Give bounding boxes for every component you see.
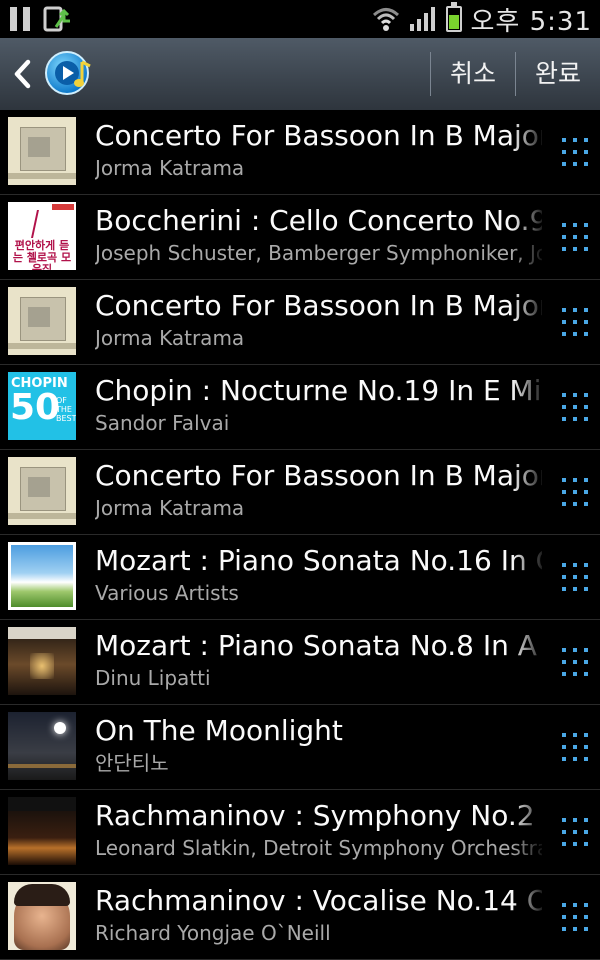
- track-artist: Jorma Katrama: [95, 326, 245, 350]
- sync-icon: [43, 6, 70, 32]
- album-art: [8, 457, 76, 525]
- track-title: Concerto For Bassoon In B Major: [95, 119, 542, 152]
- drag-handle-icon[interactable]: [562, 903, 590, 931]
- divider: [430, 52, 431, 96]
- drag-handle-icon[interactable]: [562, 308, 590, 336]
- track-title: On The Moonlight: [95, 714, 343, 747]
- drag-handle-icon[interactable]: [562, 818, 590, 846]
- wifi-icon: [372, 8, 399, 31]
- signal-icon: [409, 7, 435, 31]
- track-row[interactable]: Concerto For Bassoon In B Major Jorma Ka…: [0, 450, 600, 535]
- track-row[interactable]: CHOPIN 50 OF THE BEST Chopin : Nocturne …: [0, 365, 600, 450]
- status-bar-left: [10, 6, 72, 32]
- status-time: 오후 5:31: [470, 6, 592, 37]
- track-row[interactable]: Mozart : Piano Sonata No.16 In C Various…: [0, 535, 600, 620]
- album-art: [8, 627, 76, 695]
- track-row[interactable]: Mozart : Piano Sonata No.8 In A M Dinu L…: [0, 620, 600, 705]
- track-artist: Richard Yongjae O`Neill: [95, 921, 331, 945]
- track-artist: Leonard Slatkin, Detroit Symphony Orches…: [95, 836, 542, 860]
- track-artist: Sandor Falvai: [95, 411, 230, 435]
- track-title: Rachmaninov : Vocalise No.14 Op: [95, 884, 542, 917]
- drag-handle-icon[interactable]: [562, 733, 590, 761]
- track-title: Concerto For Bassoon In B Major: [95, 459, 542, 492]
- drag-handle-icon[interactable]: [562, 478, 590, 506]
- drag-handle-icon[interactable]: [562, 563, 590, 591]
- album-art: [8, 287, 76, 355]
- cancel-button[interactable]: 취소: [432, 52, 514, 96]
- battery-icon: [445, 2, 462, 32]
- album-art: [8, 542, 76, 610]
- music-player-icon: [45, 51, 91, 95]
- track-row[interactable]: 편안하게 듣는 첼로곡 모음집 Boccherini : Cello Conce…: [0, 195, 600, 280]
- track-artist: Various Artists: [95, 581, 239, 605]
- album-art: 편안하게 듣는 첼로곡 모음집: [8, 202, 76, 270]
- status-bar: 오후 5:31: [0, 0, 600, 38]
- drag-handle-icon[interactable]: [562, 648, 590, 676]
- album-art: CHOPIN 50 OF THE BEST: [8, 372, 76, 440]
- track-title: Rachmaninov : Symphony No.2 In E: [95, 799, 542, 832]
- action-bar: 취소 완료: [0, 38, 600, 112]
- track-row[interactable]: On The Moonlight 안단티노: [0, 705, 600, 790]
- track-artist: Jorma Katrama: [95, 156, 245, 180]
- track-artist: 안단티노: [95, 751, 169, 775]
- track-list: Concerto For Bassoon In B Major Jorma Ka…: [0, 110, 600, 960]
- album-art: [8, 797, 76, 865]
- track-title: Mozart : Piano Sonata No.8 In A M: [95, 629, 542, 662]
- drag-handle-icon[interactable]: [562, 138, 590, 166]
- back-button[interactable]: [8, 56, 38, 92]
- track-title: Boccherini : Cello Concerto No.9 In: [95, 204, 542, 237]
- album-art: [8, 117, 76, 185]
- album-art: [8, 882, 76, 950]
- track-artist: Jorma Katrama: [95, 496, 245, 520]
- track-row[interactable]: Rachmaninov : Symphony No.2 In E Leonard…: [0, 790, 600, 875]
- album-art: [8, 712, 76, 780]
- track-title: Mozart : Piano Sonata No.16 In C: [95, 544, 542, 577]
- track-row[interactable]: Rachmaninov : Vocalise No.14 Op Richard …: [0, 875, 600, 960]
- drag-handle-icon[interactable]: [562, 223, 590, 251]
- track-title: Chopin : Nocturne No.19 In E Minor: [95, 374, 542, 407]
- pause-icon: [10, 7, 32, 31]
- done-button[interactable]: 완료: [516, 52, 600, 96]
- track-row[interactable]: Concerto For Bassoon In B Major Jorma Ka…: [0, 280, 600, 365]
- track-artist: Joseph Schuster, Bamberger Symphoniker, …: [95, 241, 542, 265]
- status-bar-right: 오후 5:31: [372, 2, 593, 37]
- track-title: Concerto For Bassoon In B Major: [95, 289, 542, 322]
- track-artist: Dinu Lipatti: [95, 666, 211, 690]
- track-row[interactable]: Concerto For Bassoon In B Major Jorma Ka…: [0, 110, 600, 195]
- drag-handle-icon[interactable]: [562, 393, 590, 421]
